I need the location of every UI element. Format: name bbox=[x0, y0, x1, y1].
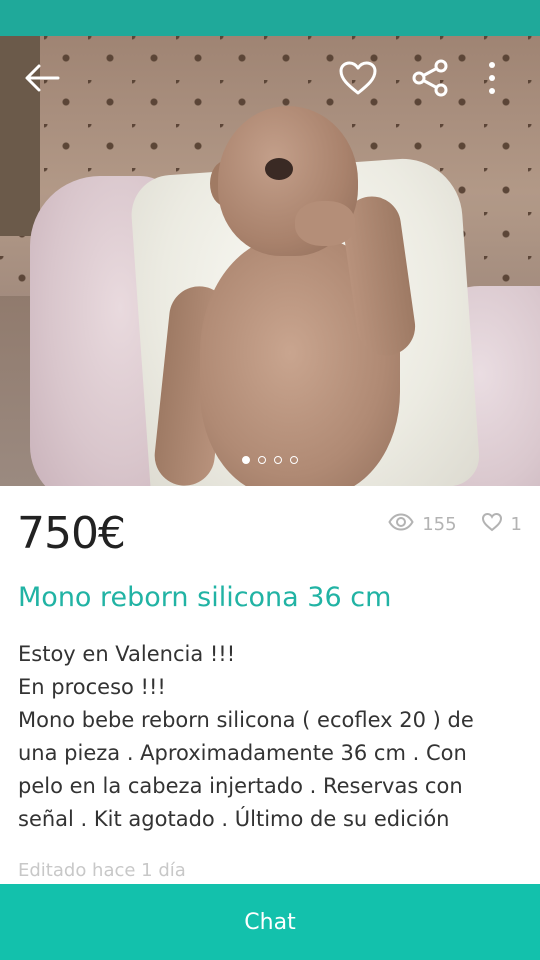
description-line: Estoy en Valencia !!! bbox=[18, 642, 236, 666]
pagination-dot[interactable] bbox=[258, 456, 266, 464]
product-description: Estoy en Valencia !!! En proceso !!! Mon… bbox=[18, 638, 528, 836]
description-line: una pieza . Aproximadamente 36 cm . Con bbox=[18, 741, 467, 765]
views-count: 155 bbox=[422, 514, 457, 535]
likes-count: 1 bbox=[510, 514, 522, 535]
views-count-group: 155 bbox=[388, 513, 457, 536]
description-line: En proceso !!! bbox=[18, 675, 166, 699]
more-vertical-icon[interactable] bbox=[472, 57, 512, 99]
price: 750€ bbox=[17, 508, 126, 559]
product-image-gallery[interactable] bbox=[0, 36, 540, 486]
heart-outline-icon bbox=[481, 512, 503, 537]
chat-button[interactable]: Chat bbox=[0, 884, 540, 960]
gallery-pagination bbox=[0, 456, 540, 464]
back-arrow-icon[interactable] bbox=[22, 57, 62, 99]
description-line: pelo en la cabeza injertado . Reservas c… bbox=[18, 774, 463, 798]
description-line: Mono bebe reborn silicona ( ecoflex 20 )… bbox=[18, 708, 474, 732]
status-bar bbox=[0, 0, 540, 36]
product-title: Mono reborn silicona 36 cm bbox=[18, 582, 392, 613]
edited-timestamp: Editado hace 1 día bbox=[18, 860, 186, 881]
pagination-dot[interactable] bbox=[242, 456, 250, 464]
share-icon[interactable] bbox=[410, 57, 450, 99]
pagination-dot[interactable] bbox=[290, 456, 298, 464]
likes-count-group: 1 bbox=[481, 512, 522, 537]
chat-button-label: Chat bbox=[244, 909, 296, 935]
photo-doll-eye bbox=[265, 158, 293, 180]
listing-stats: 155 1 bbox=[370, 512, 522, 537]
photo-doll-hand bbox=[295, 201, 355, 246]
description-line: señal . Kit agotado . Último de su edici… bbox=[18, 807, 450, 831]
pagination-dot[interactable] bbox=[274, 456, 282, 464]
eye-icon bbox=[388, 513, 414, 536]
heart-icon[interactable] bbox=[338, 57, 378, 99]
